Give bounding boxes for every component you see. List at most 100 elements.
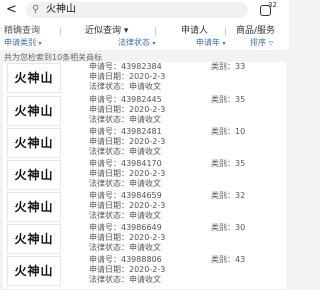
filter-label: 法律状态 (118, 38, 150, 47)
class-field: 类别：35 (211, 159, 245, 169)
date-value: 2020-2-3 (129, 169, 166, 178)
trademark-result-card[interactable]: 火神山 申请号：43984170 申请日期：2020-2-3 法律状态：申请收文 类别：… (3, 159, 286, 194)
reg-no-label: 申请号： (89, 95, 121, 104)
class-field: 类别：10 (211, 127, 245, 137)
status-label: 法律状态： (89, 275, 129, 284)
class-field: 类别：43 (211, 255, 245, 265)
class-field: 类别：32 (211, 191, 245, 201)
filter-legal-status[interactable]: 法律状态 ▾ (118, 38, 156, 49)
trademark-result-card[interactable]: 火神山 申请号：43984659 申请日期：2020-2-3 法律状态：申请收文 类别：… (3, 191, 286, 226)
trademark-logo-text: 火神山 (14, 232, 54, 246)
reg-no-value: 43984659 (121, 191, 162, 200)
reg-no-value: 43982481 (121, 127, 162, 136)
status-row: 法律状态：申请收文 (89, 115, 165, 125)
reg-no-value: 43982445 (121, 95, 162, 104)
status-value: 申请收文 (129, 243, 161, 252)
date-value: 2020-2-3 (129, 233, 166, 242)
status-label: 法律状态： (89, 211, 129, 220)
dropdown-arrow-icon: ▾ (222, 40, 226, 47)
back-arrow-icon[interactable]: < (6, 2, 17, 18)
trademark-logo-text: 火神山 (14, 71, 54, 85)
date-label: 申请日期： (89, 233, 129, 242)
reg-no-value: 43988806 (121, 255, 162, 264)
class-value: 30 (235, 223, 246, 232)
trademark-meta: 申请号：43982384 申请日期：2020-2-3 法律状态：申请收文 (89, 62, 165, 92)
trademark-result-card[interactable]: 火神山 申请号：43982481 申请日期：2020-2-3 法律状态：申请收文 类别：… (3, 127, 286, 162)
filter-label: 申请年 (196, 38, 220, 47)
class-label: 类别： (211, 62, 235, 71)
reg-no-label: 申请号： (89, 255, 121, 264)
trademark-logo: 火神山 (7, 256, 61, 286)
reg-no-label: 申请号： (89, 127, 121, 136)
trademark-meta: 申请号：43982445 申请日期：2020-2-3 法律状态：申请收文 (89, 95, 165, 125)
class-value: 43 (235, 255, 246, 264)
trademark-logo-text: 火神山 (14, 200, 54, 214)
class-label: 类别： (211, 255, 235, 264)
trademark-logo-text: 火神山 (14, 104, 54, 118)
trademark-meta: 申请号：43984659 申请日期：2020-2-3 法律状态：申请收文 (89, 191, 165, 221)
date-row: 申请日期：2020-2-3 (89, 233, 165, 243)
date-label: 申请日期： (89, 201, 129, 210)
date-value: 2020-2-3 (129, 265, 166, 274)
date-value: 2020-2-3 (129, 201, 166, 210)
date-value: 2020-2-3 (129, 72, 166, 81)
trademark-result-card[interactable]: 火神山 申请号：43982445 申请日期：2020-2-3 法律状态：申请收文 类别：… (3, 95, 286, 130)
tab-divider (225, 27, 226, 36)
status-value: 申请收文 (129, 275, 161, 284)
reg-no-row: 申请号：43982384 (89, 62, 165, 72)
date-label: 申请日期： (89, 105, 129, 114)
status-row: 法律状态：申请收文 (89, 211, 165, 221)
filter-label: 排序 (250, 38, 266, 47)
class-value: 35 (235, 95, 246, 104)
trademark-meta: 申请号：43986649 申请日期：2020-2-3 法律状态：申请收文 (89, 223, 165, 253)
trademark-meta: 申请号：43988806 申请日期：2020-2-3 法律状态：申请收文 (89, 255, 165, 285)
reg-no-row: 申请号：43986649 (89, 223, 165, 233)
status-row: 法律状态：申请收文 (89, 275, 165, 285)
class-label: 类别： (211, 159, 235, 168)
date-label: 申请日期： (89, 265, 129, 274)
search-query[interactable]: 火神山 (46, 3, 76, 17)
status-label: 法律状态： (89, 243, 129, 252)
date-label: 申请日期： (89, 169, 129, 178)
filter-sort[interactable]: 排序 ▽ (250, 38, 273, 49)
ai-badge: 32 (268, 1, 277, 9)
date-row: 申请日期：2020-2-3 (89, 201, 165, 211)
date-row: 申请日期：2020-2-3 (89, 105, 165, 115)
search-box[interactable]: ⚲ 火神山 (26, 2, 248, 18)
reg-no-label: 申请号： (89, 159, 121, 168)
search-icon: ⚲ (32, 4, 40, 15)
trademark-logo-text: 火神山 (14, 264, 54, 278)
date-row: 申请日期：2020-2-3 (89, 265, 165, 275)
trademark-result-card[interactable]: 火神山 申请号：43982384 申请日期：2020-2-3 法律状态：申请收文 类别：… (3, 62, 286, 97)
filter-apply-year[interactable]: 申请年 ▾ (196, 38, 226, 49)
reg-no-row: 申请号：43988806 (89, 255, 165, 265)
trademark-logo: 火神山 (7, 63, 61, 93)
status-label: 法律状态： (89, 115, 129, 124)
trademark-logo-text: 火神山 (14, 168, 54, 182)
reg-no-row: 申请号：43982481 (89, 127, 165, 137)
dropdown-arrow-icon: ▾ (38, 40, 42, 47)
class-field: 类别：30 (211, 223, 245, 233)
tab-divider (155, 27, 156, 36)
date-value: 2020-2-3 (129, 105, 166, 114)
reg-no-label: 申请号： (89, 191, 121, 200)
class-label: 类别： (211, 223, 235, 232)
trademark-meta: 申请号：43982481 申请日期：2020-2-3 法律状态：申请收文 (89, 127, 165, 157)
status-value: 申请收文 (129, 179, 161, 188)
date-label: 申请日期： (89, 137, 129, 146)
status-label: 法律状态： (89, 82, 129, 91)
class-field: 类别：33 (211, 62, 245, 72)
reg-no-row: 申请号：43984659 (89, 191, 165, 201)
reg-no-label: 申请号： (89, 223, 121, 232)
trademark-result-card[interactable]: 火神山 申请号：43988806 申请日期：2020-2-3 法律状态：申请收文 类别：… (3, 255, 286, 290)
ai-assistant-icon[interactable]: 32 (258, 1, 282, 18)
class-label: 类别： (211, 191, 235, 200)
filter-apply-class[interactable]: 申请类别 ▾ (4, 38, 42, 49)
class-label: 类别： (211, 95, 235, 104)
trademark-logo: 火神山 (7, 160, 61, 190)
status-value: 申请收文 (129, 211, 161, 220)
trademark-logo: 火神山 (7, 128, 61, 158)
status-row: 法律状态：申请收文 (89, 147, 165, 157)
date-row: 申请日期：2020-2-3 (89, 169, 165, 179)
trademark-result-card[interactable]: 火神山 申请号：43986649 申请日期：2020-2-3 法律状态：申请收文 类别：… (3, 223, 286, 258)
